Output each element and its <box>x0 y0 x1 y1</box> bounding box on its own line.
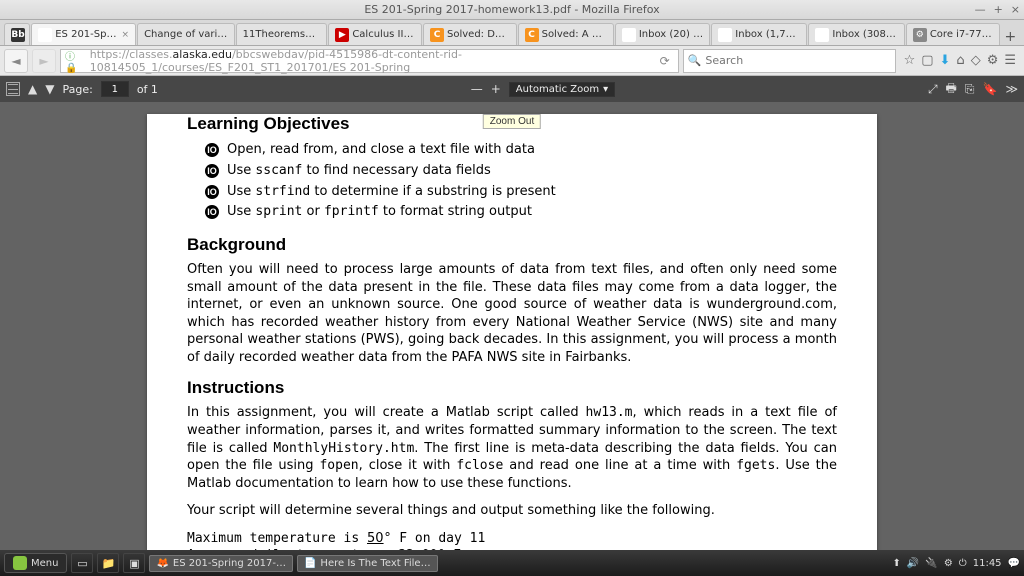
star-icon[interactable]: ☆ <box>904 53 916 68</box>
reload-button[interactable]: ⟳ <box>656 54 674 68</box>
show-desktop-button[interactable]: ▭ <box>71 553 93 573</box>
heading-background: Background <box>187 235 837 255</box>
chegg-icon: C <box>430 28 444 42</box>
youtube-icon: ▶ <box>335 28 349 42</box>
zybooks-icon: zy <box>38 28 52 42</box>
print-button[interactable]: 🖶 <box>946 79 957 100</box>
list-item: IOUse sscanf to find necessary data fiel… <box>205 161 837 182</box>
tray-power-icon[interactable]: ⏻ <box>959 558 967 569</box>
tray-volume-icon[interactable]: 🔊 <box>907 558 919 569</box>
pocket-icon[interactable]: ▢ <box>921 53 933 68</box>
nav-toolbar: ◄ ► ⓘ 🔒 https://classes.alaska.edu/bbcsw… <box>0 46 1024 76</box>
tab-strip: Bb zyES 201-Sprin…× Change of variab… 11… <box>0 20 1024 46</box>
tab-solved-cyli[interactable]: CSolved: A cyli… <box>518 23 614 45</box>
page-input[interactable] <box>101 81 129 97</box>
tray-notifications-icon[interactable]: 💬 <box>1008 558 1020 569</box>
back-button[interactable]: ◄ <box>4 49 28 73</box>
lock-icon: ⓘ 🔒 <box>65 48 86 74</box>
sidebar-toggle[interactable] <box>6 82 20 96</box>
gmail-icon: M <box>622 28 636 42</box>
tab-inbox-308[interactable]: MInbox (308) - … <box>808 23 904 45</box>
search-icon: 🔍 <box>688 54 702 67</box>
taskbar-item-firefox[interactable]: 🦊ES 201-Spring 2017-… <box>149 555 293 572</box>
terminal-button[interactable]: ▣ <box>123 553 145 573</box>
new-tab-button[interactable]: + <box>1001 29 1020 45</box>
list-item: IOOpen, read from, and close a text file… <box>205 140 837 161</box>
window-minimize[interactable]: — <box>975 3 986 16</box>
page-count: of 1 <box>137 83 158 96</box>
pdf-viewport[interactable]: Zoom Out Learning Objectives IOOpen, rea… <box>0 102 1024 550</box>
tab-blackboard[interactable]: Bb <box>4 23 30 45</box>
sync-icon[interactable]: ◇ <box>971 53 981 68</box>
list-item: IOUse sprint or fprintf to format string… <box>205 202 837 223</box>
tray-battery-icon[interactable]: 🔌 <box>925 558 937 569</box>
tray-icon[interactable]: ⬆ <box>893 558 901 569</box>
zoom-out-button[interactable]: — <box>471 82 483 96</box>
zoom-select[interactable]: Automatic Zoom▾ <box>509 82 615 97</box>
open-button[interactable]: ⎘ <box>965 82 975 97</box>
chegg-icon: C <box>525 28 539 42</box>
forward-button: ► <box>32 49 56 73</box>
start-menu-button[interactable]: Menu <box>4 553 67 573</box>
tray-settings-icon[interactable]: ⚙ <box>944 558 953 569</box>
window-maximize[interactable]: + <box>994 3 1003 16</box>
taskbar-item-textfile[interactable]: 📄Here Is The Text File… <box>297 555 438 572</box>
heading-instructions: Instructions <box>187 378 837 398</box>
search-box[interactable]: 🔍 <box>683 49 896 73</box>
objectives-list: IOOpen, read from, and close a text file… <box>187 140 837 223</box>
background-text: Often you will need to process large amo… <box>187 261 837 366</box>
tray-clock[interactable]: 11:45 <box>973 558 1002 569</box>
url-bar[interactable]: ⓘ 🔒 https://classes.alaska.edu/bbcswebda… <box>60 49 679 73</box>
system-tray: ⬆ 🔊 🔌 ⚙ ⏻ 11:45 💬 <box>893 558 1020 569</box>
chevron-down-icon: ▾ <box>603 84 608 95</box>
tab-es201[interactable]: zyES 201-Sprin…× <box>31 23 136 45</box>
tab-11theorems[interactable]: 11TheoremsofV… <box>236 23 328 45</box>
close-icon[interactable]: × <box>122 30 130 40</box>
pdf-page: Zoom Out Learning Objectives IOOpen, rea… <box>147 114 877 550</box>
downloads-icon[interactable]: ⬇ <box>940 53 951 68</box>
blackboard-icon: Bb <box>11 28 25 42</box>
fullscreen-button[interactable]: ⤢ <box>928 82 938 97</box>
sample-output-1: Maximum temperature is 50° F on day 11 <box>187 530 837 548</box>
os-taskbar: Menu ▭ 📁 ▣ 🦊ES 201-Spring 2017-… 📄Here I… <box>0 550 1024 576</box>
window-title: ES 201-Spring 2017-homework13.pdf - Mozi… <box>364 3 659 16</box>
tab-change-of-variab[interactable]: Change of variab… <box>137 23 235 45</box>
file-manager-button[interactable]: 📁 <box>97 553 119 573</box>
gear-icon: ⚙ <box>913 28 927 42</box>
pdf-toolbar: ▲ ▼ Page: of 1 — + Automatic Zoom▾ ⤢ 🖶 ⎘… <box>0 76 1024 102</box>
menu-icon[interactable]: ☰ <box>1004 53 1016 68</box>
gmail-icon: M <box>815 28 829 42</box>
search-input[interactable] <box>705 54 890 67</box>
more-button[interactable]: ≫ <box>1005 82 1018 96</box>
bookmark-button[interactable]: 🔖 <box>982 82 997 96</box>
page-down-button[interactable]: ▼ <box>45 82 54 96</box>
window-close[interactable]: × <box>1011 3 1020 16</box>
tab-solved-dete[interactable]: CSolved: Dete… <box>423 23 517 45</box>
window-titlebar: ES 201-Spring 2017-homework13.pdf - Mozi… <box>0 0 1024 20</box>
tab-inbox-20[interactable]: MInbox (20) - s… <box>615 23 710 45</box>
home-icon[interactable]: ⌂ <box>956 53 964 68</box>
zoom-tooltip: Zoom Out <box>483 114 541 129</box>
zoom-in-button[interactable]: + <box>491 82 501 96</box>
mint-logo-icon <box>13 556 27 570</box>
gmail-icon: M <box>718 28 732 42</box>
page-up-button[interactable]: ▲ <box>28 82 37 96</box>
list-item: IOUse strfind to determine if a substrin… <box>205 182 837 203</box>
instructions-text-2: Your script will determine several thing… <box>187 502 837 520</box>
tab-calculus-iii[interactable]: ▶Calculus III C… <box>328 23 422 45</box>
tab-core-i7[interactable]: ⚙Core i7-7700… <box>906 23 1000 45</box>
page-label: Page: <box>62 83 92 96</box>
tab-inbox-1741[interactable]: MInbox (1,741)… <box>711 23 807 45</box>
addons-icon[interactable]: ⚙ <box>987 53 999 68</box>
instructions-text: In this assignment, you will create a Ma… <box>187 404 837 492</box>
